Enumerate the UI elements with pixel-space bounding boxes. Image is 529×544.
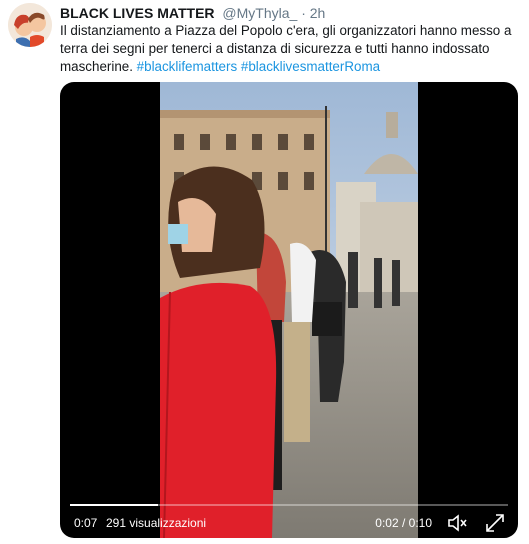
video-controls: 0:07 291 visualizzazioni 0:02 / 0:10 [60, 498, 518, 538]
mute-icon[interactable] [446, 512, 468, 534]
display-name[interactable]: BLACK LIVES MATTER [60, 5, 215, 21]
timestamp[interactable]: 2h [310, 5, 326, 21]
video-player[interactable]: 0:07 291 visualizzazioni 0:02 / 0:10 [60, 82, 518, 538]
tweet-header: BLACK LIVES MATTER @MyThyla_ · 2h [60, 4, 325, 22]
position-duration: 0:02 / 0:10 [375, 516, 432, 530]
progress-fill [70, 504, 158, 506]
video-frame[interactable] [160, 82, 418, 538]
progress-bar[interactable] [70, 504, 508, 506]
elapsed-time: 0:07 [74, 516, 98, 530]
user-handle[interactable]: @MyThyla_ [222, 5, 297, 21]
fullscreen-icon[interactable] [484, 512, 506, 534]
avatar[interactable] [8, 3, 52, 47]
tweet[interactable]: BLACK LIVES MATTER @MyThyla_ · 2h Il dis… [0, 0, 529, 544]
view-count: 291 visualizzazioni [106, 516, 207, 530]
separator-dot: · [301, 5, 306, 21]
hashtag-link[interactable]: #blacklifematters [137, 59, 237, 74]
tweet-text: Il distanziamento a Piazza del Popolo c'… [60, 22, 520, 76]
hashtag-link[interactable]: #blacklivesmatterRoma [241, 59, 380, 74]
